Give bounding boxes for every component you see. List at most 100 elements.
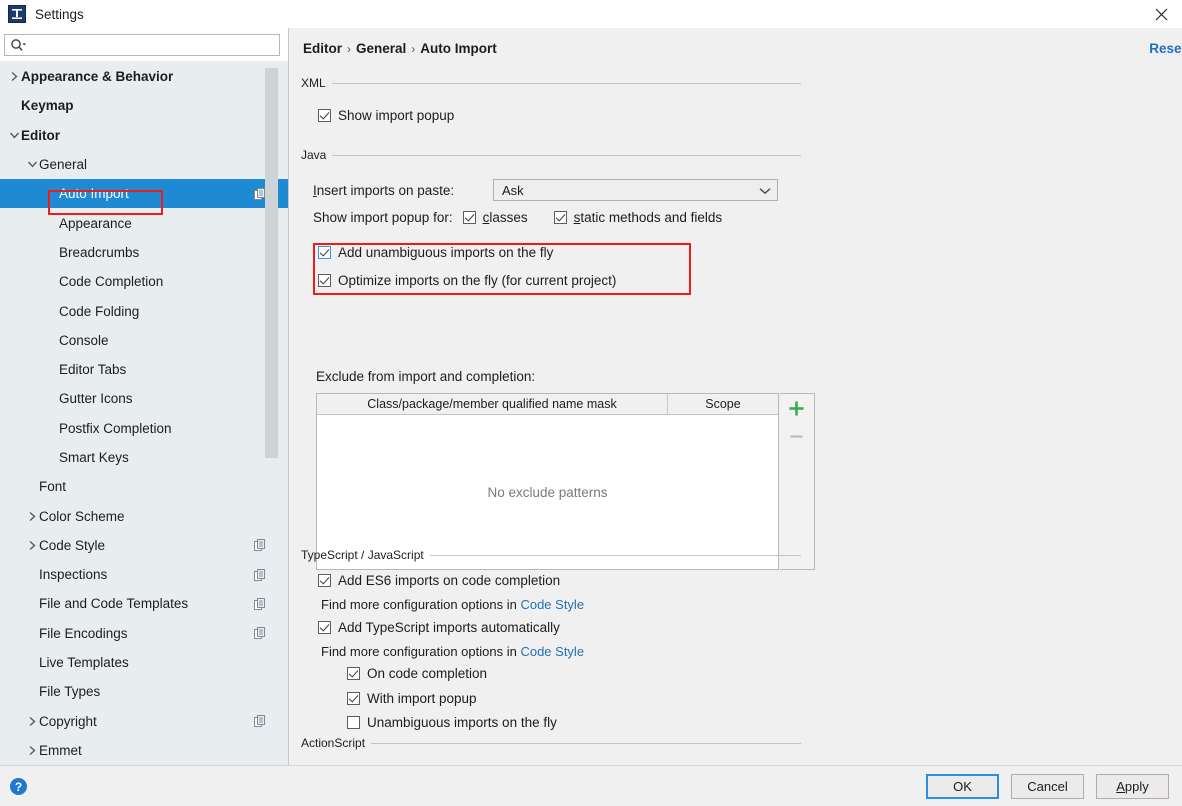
chevron-right-icon[interactable]: [8, 70, 21, 83]
checkbox-unambiguous-fly-row[interactable]: Unambiguous imports on the fly: [347, 715, 557, 730]
sidebar-item-appearance[interactable]: Appearance: [0, 208, 288, 237]
group-xml: XML: [301, 76, 801, 90]
sidebar-item-live-templates[interactable]: Live Templates: [0, 648, 288, 677]
apply-button[interactable]: Apply: [1096, 774, 1169, 799]
sidebar-item-file-encodings[interactable]: File Encodings: [0, 619, 288, 648]
checkbox-with-import-popup[interactable]: [347, 692, 360, 705]
search-box[interactable]: [4, 34, 280, 56]
window-title: Settings: [35, 7, 84, 22]
sidebar-item-smart-keys[interactable]: Smart Keys: [0, 443, 288, 472]
close-icon[interactable]: [1140, 0, 1182, 28]
checkbox-add-typescript-row[interactable]: Add TypeScript imports automatically: [318, 620, 560, 635]
checkbox-add-typescript-imports[interactable]: [318, 621, 331, 634]
code-style-link-2[interactable]: Code Style: [520, 644, 584, 659]
copy-settings-icon[interactable]: [254, 627, 266, 639]
sidebar-item-postfix-completion[interactable]: Postfix Completion: [0, 414, 288, 443]
copy-settings-icon[interactable]: [254, 715, 266, 727]
sidebar-item-inspections[interactable]: Inspections: [0, 560, 288, 589]
checkbox-on-code-completion-row[interactable]: On code completion: [347, 666, 487, 681]
ok-button[interactable]: OK: [926, 774, 999, 799]
checkbox-on-code-completion[interactable]: [347, 667, 360, 680]
search-icon: [10, 38, 28, 52]
sidebar-item-label: Auto Import: [59, 186, 129, 201]
checkbox-static-methods-row[interactable]: static methods and fields: [554, 210, 723, 225]
breadcrumb-item[interactable]: Auto Import: [420, 41, 497, 56]
breadcrumb-item[interactable]: General: [356, 41, 406, 56]
checkbox-static-methods[interactable]: [554, 211, 567, 224]
reset-link[interactable]: Reset: [1149, 41, 1182, 56]
chevron-right-icon[interactable]: [26, 510, 39, 523]
minus-icon[interactable]: [780, 422, 813, 450]
sidebar-item-auto-import[interactable]: Auto Import: [0, 179, 288, 208]
sidebar-item-font[interactable]: Font: [0, 472, 288, 501]
sidebar-item-label: Breadcrumbs: [59, 245, 139, 260]
sidebar-item-code-style[interactable]: Code Style: [0, 531, 288, 560]
settings-sidebar: Appearance & Behavior Keymap Editor General…: [0, 28, 289, 765]
sidebar-item-code-completion[interactable]: Code Completion: [0, 267, 288, 296]
chevron-right-icon[interactable]: [26, 715, 39, 728]
sidebar-item-label: Editor: [21, 128, 60, 143]
copy-settings-icon[interactable]: [254, 598, 266, 610]
sidebar-item-appearance-behavior[interactable]: Appearance & Behavior: [0, 62, 288, 91]
sidebar-scrollbar-thumb[interactable]: [265, 68, 278, 458]
chevron-right-icon[interactable]: [26, 744, 39, 757]
sidebar-scrollbar-track[interactable]: [270, 62, 283, 765]
sidebar-item-editor-tabs[interactable]: Editor Tabs: [0, 355, 288, 384]
cancel-button[interactable]: Cancel: [1011, 774, 1084, 799]
sidebar-item-keymap[interactable]: Keymap: [0, 91, 288, 120]
checkbox-static-methods-label: static methods and fields: [574, 210, 723, 225]
sidebar-item-console[interactable]: Console: [0, 326, 288, 355]
settings-tree[interactable]: Appearance & Behavior Keymap Editor General…: [0, 62, 288, 765]
sidebar-item-copyright[interactable]: Copyright: [0, 707, 288, 736]
insert-imports-combo[interactable]: Ask: [493, 179, 778, 201]
sidebar-item-code-folding[interactable]: Code Folding: [0, 296, 288, 325]
search-input[interactable]: [28, 36, 279, 54]
copy-settings-icon[interactable]: [254, 569, 266, 581]
title-bar: Settings: [0, 0, 1182, 28]
checkbox-add-es6-imports[interactable]: [318, 574, 331, 587]
chevron-down-icon[interactable]: [8, 129, 21, 142]
sidebar-item-general[interactable]: General: [0, 150, 288, 179]
group-xml-rule: [332, 83, 801, 84]
exclude-table[interactable]: Class/package/member qualified name mask…: [316, 393, 779, 570]
tree-indent-spacer: [46, 217, 59, 230]
sidebar-item-color-scheme[interactable]: Color Scheme: [0, 501, 288, 530]
checkbox-classes-row[interactable]: classes: [463, 210, 528, 225]
copy-settings-icon[interactable]: [254, 539, 266, 551]
checkbox-add-unambiguous-imports[interactable]: [318, 246, 331, 259]
checkbox-with-import-popup-row[interactable]: With import popup: [347, 691, 477, 706]
chevron-down-icon[interactable]: [26, 158, 39, 171]
sidebar-item-label: Live Templates: [39, 655, 129, 670]
sidebar-item-label: Code Completion: [59, 274, 163, 289]
sidebar-item-breadcrumbs[interactable]: Breadcrumbs: [0, 238, 288, 267]
chevron-right-icon[interactable]: [26, 539, 39, 552]
checkbox-optimize-imports-label: Optimize imports on the fly (for current…: [338, 273, 616, 288]
dialog-footer: ? OK Cancel Apply: [0, 765, 1182, 806]
sidebar-item-label: Appearance & Behavior: [21, 69, 173, 84]
sidebar-item-file-types[interactable]: File Types: [0, 677, 288, 706]
checkbox-optimize-imports[interactable]: [318, 274, 331, 287]
column-header-scope[interactable]: Scope: [668, 394, 778, 414]
help-icon[interactable]: ?: [10, 778, 27, 795]
hint-es6: Find more configuration options in Code …: [321, 597, 584, 612]
checkbox-classes[interactable]: [463, 211, 476, 224]
tree-indent-spacer: [46, 392, 59, 405]
checkbox-add-unambiguous-row[interactable]: Add unambiguous imports on the fly: [318, 245, 553, 260]
sidebar-item-file-and-code-templates[interactable]: File and Code Templates: [0, 589, 288, 618]
plus-icon[interactable]: [780, 394, 813, 422]
hint-typescript-prefix: Find more configuration options in: [321, 644, 520, 659]
checkbox-optimize-imports-row[interactable]: Optimize imports on the fly (for current…: [318, 273, 616, 288]
sidebar-item-label: Code Folding: [59, 304, 139, 319]
breadcrumb-item[interactable]: Editor: [303, 41, 342, 56]
checkbox-add-es6-row[interactable]: Add ES6 imports on code completion: [318, 573, 560, 588]
sidebar-item-gutter-icons[interactable]: Gutter Icons: [0, 384, 288, 413]
checkbox-show-import-popup[interactable]: [318, 109, 331, 122]
exclude-label: Exclude from import and completion:: [316, 369, 535, 384]
column-header-mask[interactable]: Class/package/member qualified name mask: [317, 394, 668, 414]
tree-indent-spacer: [26, 480, 39, 493]
sidebar-item-editor[interactable]: Editor: [0, 121, 288, 150]
checkbox-show-import-popup-row[interactable]: Show import popup: [318, 108, 454, 123]
code-style-link-1[interactable]: Code Style: [520, 597, 584, 612]
sidebar-item-emmet[interactable]: Emmet: [0, 736, 288, 765]
checkbox-unambiguous-imports-fly[interactable]: [347, 716, 360, 729]
